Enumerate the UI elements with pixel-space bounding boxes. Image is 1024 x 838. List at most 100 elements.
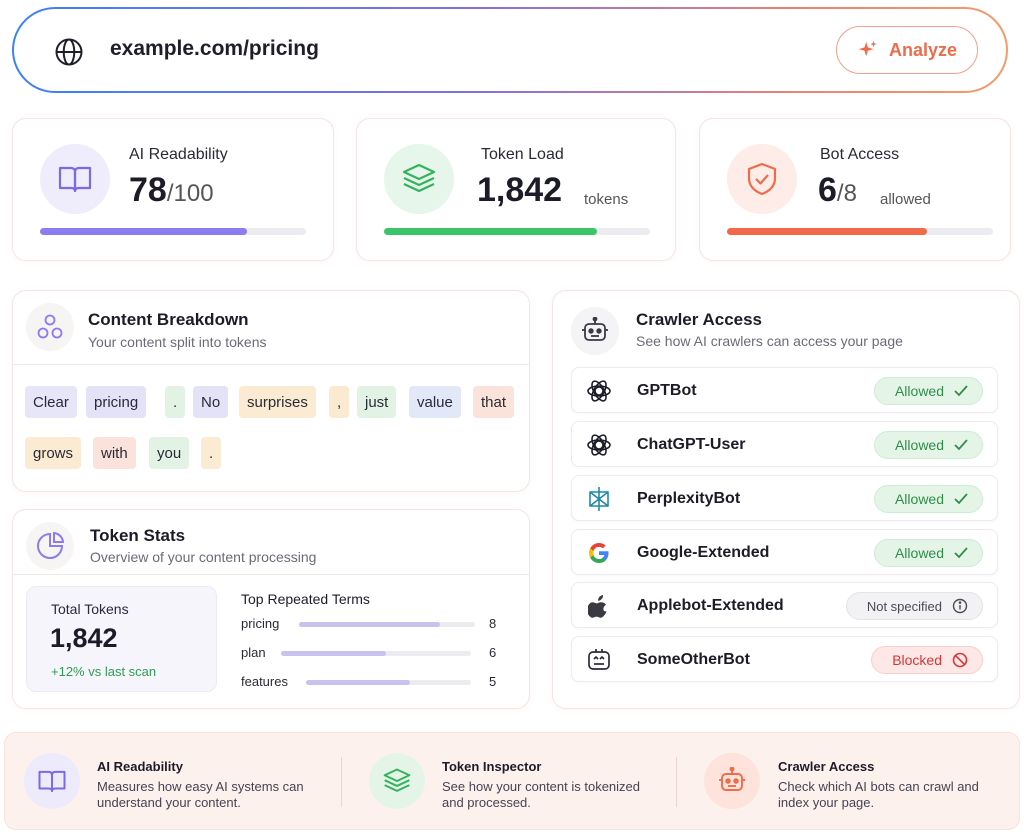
token-chip: Clear	[25, 386, 77, 418]
readability-score: 78/100	[129, 171, 214, 209]
feature-footer: AI Readability Measures how easy AI syst…	[4, 732, 1020, 830]
footer-inspector-desc: See how your content is tokenized and pr…	[442, 779, 641, 810]
url-text[interactable]: example.com/pricing	[110, 37, 319, 61]
readability-progress	[40, 228, 306, 235]
top-terms-title: Top Repeated Terms	[241, 591, 370, 607]
crawler-title: Crawler Access	[636, 310, 763, 329]
status-badge[interactable]: Allowed	[873, 539, 983, 567]
token-chip: No	[193, 386, 229, 418]
change-indicator: +12% vs last scan	[51, 664, 157, 679]
token-stats-panel: Token Stats Overview of your content pro…	[12, 509, 530, 709]
book-icon	[40, 144, 110, 214]
readability-card: AI Readability 78/100	[12, 118, 334, 261]
token-load-unit: tokens	[584, 191, 629, 208]
token-load-value: 1,842	[477, 171, 563, 209]
divider	[676, 757, 677, 807]
layers-icon	[369, 753, 425, 809]
term-bar	[306, 680, 471, 685]
bot-row-gptbot[interactable]: GPTBot Allowed	[571, 367, 998, 413]
globe-icon	[55, 38, 83, 66]
layers-icon	[384, 144, 454, 214]
readability-label: AI Readability	[129, 146, 228, 163]
footer-crawler-title: Crawler Access	[778, 759, 875, 774]
status-badge[interactable]: Not specified	[845, 592, 983, 620]
status-badge[interactable]: Allowed	[873, 431, 983, 459]
footer-inspector-title: Token Inspector	[442, 759, 542, 774]
token-chip: that	[473, 386, 515, 418]
status-badge[interactable]: Blocked	[871, 646, 983, 674]
bot-row-applebot-extended[interactable]: Applebot-Extended Not specified	[571, 582, 998, 628]
analyze-label: Analyze	[888, 39, 958, 60]
status-label: Not specified	[866, 598, 942, 614]
hexagons-icon	[26, 303, 74, 351]
readability-max: /100	[166, 180, 214, 207]
breakdown-subtitle: Your content split into tokens	[88, 334, 267, 350]
pie-chart-icon	[26, 522, 74, 570]
sparkle-icon	[858, 40, 877, 57]
term-bar-fill	[306, 680, 410, 685]
perplexity-icon	[586, 486, 612, 512]
term-bar	[281, 651, 471, 656]
total-tokens-value: 1,842	[50, 623, 118, 653]
total-tokens-label: Total Tokens	[51, 601, 129, 617]
google-icon	[586, 540, 612, 566]
bot-name: Applebot-Extended	[637, 597, 784, 614]
crawler-subtitle: See how AI crawlers can access your page	[636, 333, 903, 349]
footer-crawler-desc: Check which AI bots can crawl and index …	[778, 779, 979, 810]
status-label: Allowed	[894, 545, 944, 561]
bot-name: Google-Extended	[637, 544, 770, 561]
term-bar-fill	[281, 651, 386, 656]
bot-row-perplexitybot[interactable]: PerplexityBot Allowed	[571, 475, 998, 521]
crawler-access-panel: Crawler Access See how AI crawlers can a…	[552, 290, 1020, 709]
token-chip: .	[165, 386, 186, 418]
status-label: Allowed	[894, 437, 944, 453]
bot-row-chatgpt-user[interactable]: ChatGPT-User Allowed	[571, 421, 998, 467]
bot-row-someotherbot[interactable]: SomeOtherBot Blocked	[571, 636, 998, 682]
info-icon	[952, 598, 968, 614]
status-label: Allowed	[894, 383, 944, 399]
check-icon	[954, 439, 968, 451]
token-load-card: Token Load 1,842 tokens	[356, 118, 676, 261]
status-badge[interactable]: Allowed	[873, 377, 983, 405]
term-count: 5	[489, 674, 497, 689]
bot-access-progress	[727, 228, 993, 235]
url-bar[interactable]: example.com/pricing Analyze	[12, 7, 1008, 93]
term-count: 6	[489, 645, 497, 660]
token-chip: .	[201, 437, 222, 469]
bot-name: GPTBot	[637, 382, 697, 399]
bot-access-unit: allowed	[880, 191, 931, 208]
term-label: features	[241, 674, 288, 689]
check-icon	[954, 385, 968, 397]
analyze-button[interactable]: Analyze	[836, 26, 978, 74]
divider	[341, 757, 342, 807]
footer-readability-title: AI Readability	[97, 759, 183, 774]
blocked-icon	[952, 652, 968, 668]
term-count: 8	[489, 616, 497, 631]
apple-icon	[586, 593, 612, 619]
book-icon	[24, 753, 80, 809]
term-label: plan	[241, 645, 266, 660]
openai-icon	[586, 432, 612, 458]
token-chip: value	[409, 386, 461, 418]
divider	[13, 574, 529, 575]
stats-title: Token Stats	[90, 526, 186, 545]
status-label: Blocked	[892, 652, 942, 668]
footer-readability-desc: Measures how easy AI systems can underst…	[97, 779, 304, 810]
bot-access-value: 6/8	[818, 171, 857, 209]
bot-name: ChatGPT-User	[637, 436, 746, 453]
bot-access-card: Bot Access 6/8 allowed	[699, 118, 1011, 261]
bot-name: SomeOtherBot	[637, 651, 750, 668]
token-load-label: Token Load	[481, 146, 564, 163]
token-chip: surprises	[239, 386, 316, 418]
term-label: pricing	[241, 616, 280, 631]
check-icon	[954, 547, 968, 559]
shield-check-icon	[727, 144, 797, 214]
token-load-progress	[384, 228, 650, 235]
token-chip: with	[93, 437, 136, 469]
breakdown-title: Content Breakdown	[88, 310, 249, 329]
token-chip: pricing	[86, 386, 147, 418]
bot-row-google-extended[interactable]: Google-Extended Allowed	[571, 529, 998, 575]
openai-icon	[586, 378, 612, 404]
status-badge[interactable]: Allowed	[873, 485, 983, 513]
check-icon	[954, 493, 968, 505]
